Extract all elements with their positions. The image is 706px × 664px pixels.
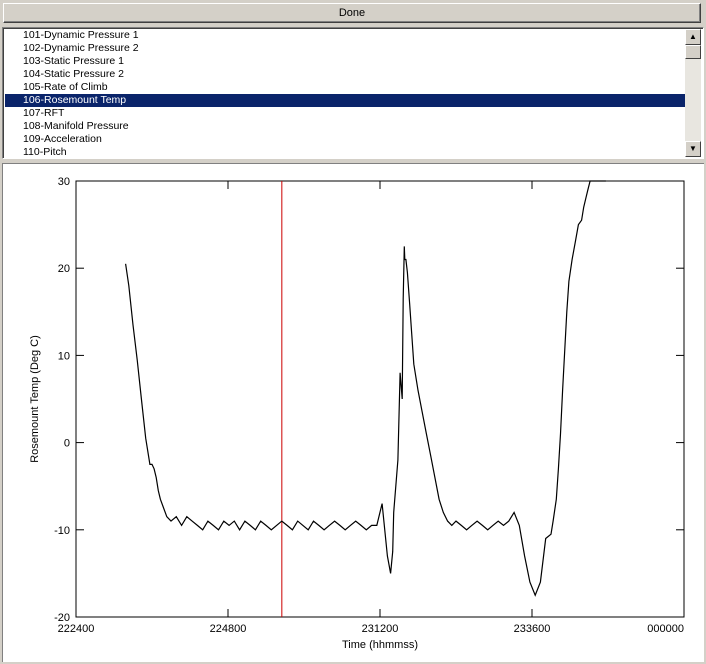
y-tick-label: 20 — [58, 263, 70, 275]
scroll-down-button[interactable]: ▼ — [685, 141, 701, 157]
plot-frame — [75, 180, 685, 618]
parameter-list[interactable]: 101-Dynamic Pressure 1 102-Dynamic Pressu… — [2, 27, 704, 159]
plot-area: -20 -10 0 10 20 30 222400 224800 231200 233600 00… — [2, 163, 704, 662]
x-tick-label: 224800 — [210, 623, 247, 635]
y-tick-label: 10 — [58, 350, 70, 362]
x-tick-label: 000000 — [647, 623, 684, 635]
y-tick-label: -10 — [54, 525, 70, 537]
x-tick-label: 231200 — [362, 623, 399, 635]
list-item[interactable]: 102-Dynamic Pressure 2 — [5, 42, 688, 55]
x-axis-label: Time (hhmmss) — [342, 639, 418, 651]
list-item[interactable]: 103-Static Pressure 1 — [5, 55, 688, 68]
up-arrow-icon: ▲ — [689, 32, 697, 41]
series-line — [125, 180, 606, 597]
scroll-up-button[interactable]: ▲ — [685, 29, 701, 45]
list-item[interactable]: 108-Manifold Pressure — [5, 120, 688, 133]
down-arrow-icon: ▼ — [689, 144, 697, 153]
x-tick-label: 233600 — [514, 623, 551, 635]
y-tick-label: 30 — [58, 176, 70, 188]
list-item[interactable]: 101-Dynamic Pressure 1 — [5, 29, 688, 42]
y-axis-label: Rosemount Temp (Deg C) — [29, 335, 41, 463]
parameter-list-items: 101-Dynamic Pressure 1 102-Dynamic Pressu… — [5, 29, 688, 158]
list-item[interactable]: 109-Acceleration — [5, 133, 688, 146]
x-tick-label: 222400 — [58, 623, 95, 635]
list-scrollbar[interactable]: ▲ ▼ — [685, 29, 701, 157]
y-axis: -20-100102030 — [54, 176, 684, 624]
list-item[interactable]: 107-RFT — [5, 107, 688, 120]
list-item[interactable]: 104-Static Pressure 2 — [5, 68, 688, 81]
scrollbar-thumb[interactable] — [685, 45, 701, 59]
y-tick-label: 0 — [64, 438, 70, 450]
list-item[interactable]: 110-Pitch — [5, 146, 688, 158]
x-axis: 222400 224800 231200 233600 000000 — [58, 181, 685, 635]
done-button[interactable]: Done — [3, 3, 701, 23]
temperature-chart: -20-100102030 222400 224800 231200 233600 00… — [29, 176, 685, 651]
list-item[interactable]: 106-Rosemount Temp — [5, 94, 688, 107]
list-item[interactable]: 105-Rate of Climb — [5, 81, 688, 94]
